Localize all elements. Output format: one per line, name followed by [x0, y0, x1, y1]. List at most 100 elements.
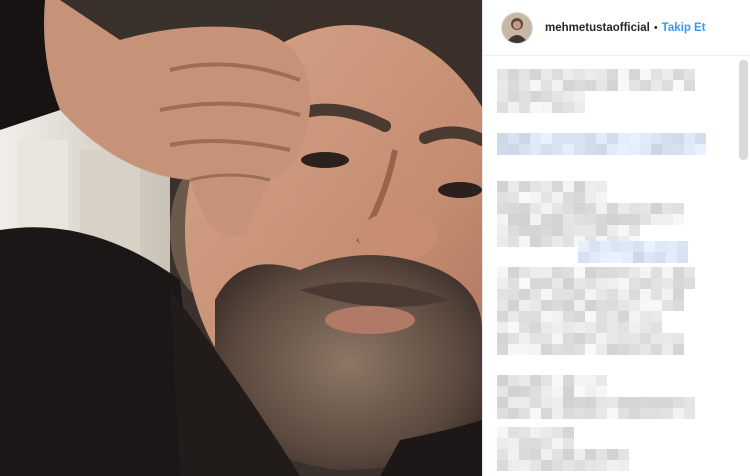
blur-pixel — [684, 408, 695, 419]
post-photo[interactable] — [0, 0, 482, 476]
scrollbar[interactable] — [739, 60, 748, 160]
blur-pixel — [541, 386, 552, 397]
blur-pixel — [563, 181, 574, 192]
blur-pixel — [666, 241, 677, 252]
blur-pixel — [574, 192, 585, 203]
blur-pixel — [519, 438, 530, 449]
blur-pixel — [519, 386, 530, 397]
blur-pixel — [640, 322, 651, 333]
blur-pixel — [563, 225, 574, 236]
blur-pixel — [497, 386, 508, 397]
blur-pixel — [629, 278, 640, 289]
blur-pixel — [629, 144, 640, 155]
blur-pixel — [574, 267, 585, 278]
blur-pixel — [574, 322, 585, 333]
blur-pixel — [519, 278, 530, 289]
blur-pixel — [552, 289, 563, 300]
blur-pixel — [596, 214, 607, 225]
blur-pixel — [585, 144, 596, 155]
blur-pixel — [530, 133, 541, 144]
blur-pixel — [541, 192, 552, 203]
blur-pixel — [622, 252, 633, 263]
blur-pixel — [519, 91, 530, 102]
blur-pixel — [684, 267, 695, 278]
blur-pixel — [651, 397, 662, 408]
username-link[interactable]: mehmetustaofficial — [545, 22, 650, 34]
blur-pixel — [563, 375, 574, 386]
blur-pixel — [508, 344, 519, 355]
blur-pixel — [497, 69, 508, 80]
blur-pixel — [607, 322, 618, 333]
blur-pixel — [585, 278, 596, 289]
blur-pixel — [655, 241, 666, 252]
blur-pixel — [662, 397, 673, 408]
follow-button[interactable]: Takip Et — [662, 22, 706, 34]
blur-pixel — [497, 449, 508, 460]
blur-pixel — [574, 80, 585, 91]
blur-pixel — [508, 375, 519, 386]
blur-pixel — [530, 438, 541, 449]
blur-pixel — [552, 311, 563, 322]
blur-pixel — [497, 236, 508, 247]
blur-pixel — [585, 80, 596, 91]
blur-pixel — [640, 214, 651, 225]
blur-pixel — [585, 460, 596, 471]
blur-pixel — [607, 225, 618, 236]
blur-pixel — [508, 80, 519, 91]
blur-pixel — [552, 91, 563, 102]
blur-pixel — [629, 80, 640, 91]
blur-pixel — [618, 460, 629, 471]
blur-pixel — [530, 69, 541, 80]
blur-pixel — [695, 144, 706, 155]
blur-pixel — [552, 375, 563, 386]
blur-pixel — [541, 203, 552, 214]
blur-pixel — [596, 133, 607, 144]
blur-pixel — [673, 144, 684, 155]
blur-pixel — [552, 102, 563, 113]
blur-pixel — [530, 322, 541, 333]
profile-photo-icon[interactable] — [501, 11, 533, 44]
blur-pixel — [530, 460, 541, 471]
blur-pixel — [574, 408, 585, 419]
blur-pixel — [585, 375, 596, 386]
blur-pixel — [541, 449, 552, 460]
blur-pixel — [673, 80, 684, 91]
blur-pixel — [662, 300, 673, 311]
blur-pixel — [629, 225, 640, 236]
blur-pixel — [563, 203, 574, 214]
blur-pixel — [640, 133, 651, 144]
blur-pixel — [673, 408, 684, 419]
blur-pixel — [530, 386, 541, 397]
blur-pixel — [596, 311, 607, 322]
blur-pixel — [541, 289, 552, 300]
blur-pixel — [519, 181, 530, 192]
blur-pixel — [618, 214, 629, 225]
blur-pixel — [618, 344, 629, 355]
blur-pixel — [552, 214, 563, 225]
blur-pixel — [600, 252, 611, 263]
blur-pixel — [684, 278, 695, 289]
blur-pixel — [596, 80, 607, 91]
blur-pixel — [589, 252, 600, 263]
blur-pixel — [640, 267, 651, 278]
blur-pixel — [651, 311, 662, 322]
blur-pixel — [673, 214, 684, 225]
blur-pixel — [585, 300, 596, 311]
blur-pixel — [519, 214, 530, 225]
blur-pixel — [497, 203, 508, 214]
blur-pixel — [651, 133, 662, 144]
blur-pixel — [585, 203, 596, 214]
blur-pixel — [563, 236, 574, 247]
blur-pixel — [651, 214, 662, 225]
blur-pixel — [508, 386, 519, 397]
blur-pixel — [629, 289, 640, 300]
blur-pixel — [585, 225, 596, 236]
blur-pixel — [607, 408, 618, 419]
blur-pixel — [629, 333, 640, 344]
blur-pixel — [563, 289, 574, 300]
blur-pixel — [596, 225, 607, 236]
blur-pixel — [585, 344, 596, 355]
blur-pixel — [519, 203, 530, 214]
blur-pixel — [574, 289, 585, 300]
blur-pixel — [552, 344, 563, 355]
